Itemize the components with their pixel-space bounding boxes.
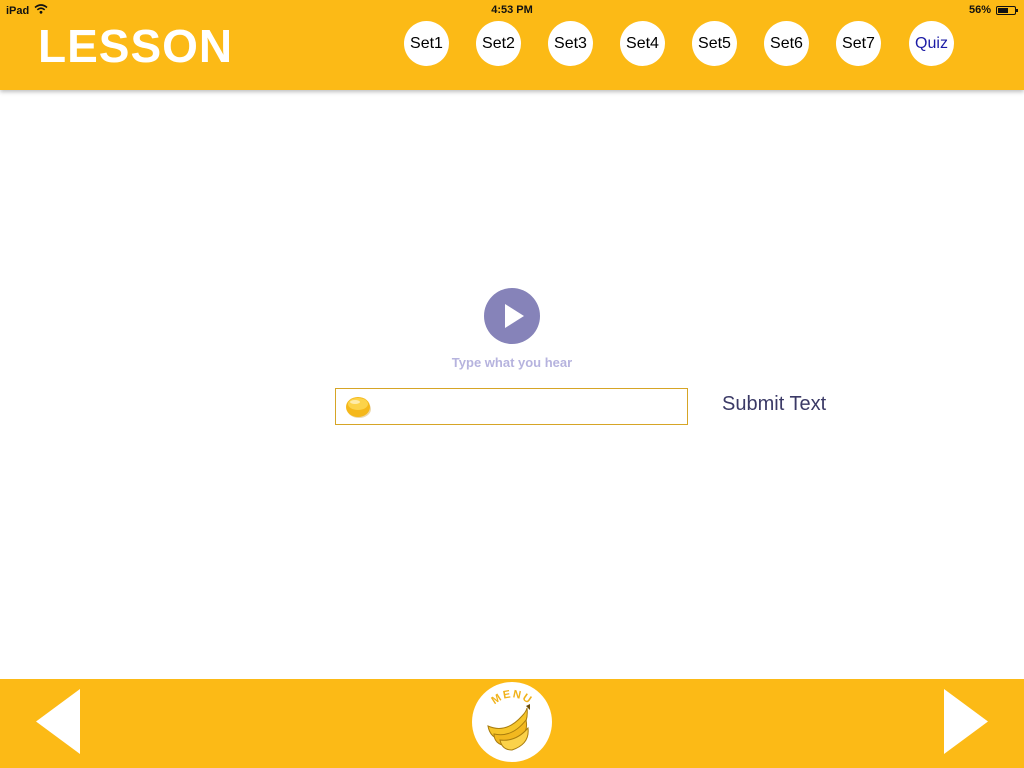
tab-set3[interactable]: Set3	[548, 21, 593, 66]
tab-set5[interactable]: Set5	[692, 21, 737, 66]
svg-text:MENU: MENU	[489, 688, 534, 707]
yellow-button-icon	[346, 397, 371, 418]
status-bar: iPad 4:53 PM 56%	[0, 0, 1024, 20]
play-audio-button[interactable]	[484, 288, 540, 344]
instruction-label: Type what you hear	[451, 355, 573, 370]
battery-percent: 56%	[968, 4, 991, 16]
status-time: 4:53 PM	[491, 4, 533, 16]
menu-button[interactable]: MENU	[472, 682, 552, 762]
battery-fill	[998, 7, 1009, 13]
tab-set2[interactable]: Set2	[476, 21, 521, 66]
right-triangle-icon[interactable]	[944, 689, 988, 754]
status-right: 56%	[968, 4, 1018, 16]
battery-icon	[996, 5, 1018, 15]
play-icon	[505, 304, 524, 328]
page-title: LESSON	[38, 20, 234, 72]
tab-set4[interactable]: Set4	[620, 21, 665, 66]
footer-bar: MENU	[0, 679, 1024, 768]
answer-input[interactable]	[335, 388, 688, 425]
left-triangle-icon[interactable]	[36, 689, 80, 754]
submit-text-button[interactable]: Submit Text	[722, 393, 826, 416]
menu-label: MENU	[489, 688, 533, 707]
tab-set6[interactable]: Set6	[764, 21, 809, 66]
tab-set7[interactable]: Set7	[836, 21, 881, 66]
tab-quiz[interactable]: Quiz	[909, 21, 954, 66]
tab-set1[interactable]: Set1	[404, 21, 449, 66]
banana-icon: MENU	[487, 688, 534, 751]
